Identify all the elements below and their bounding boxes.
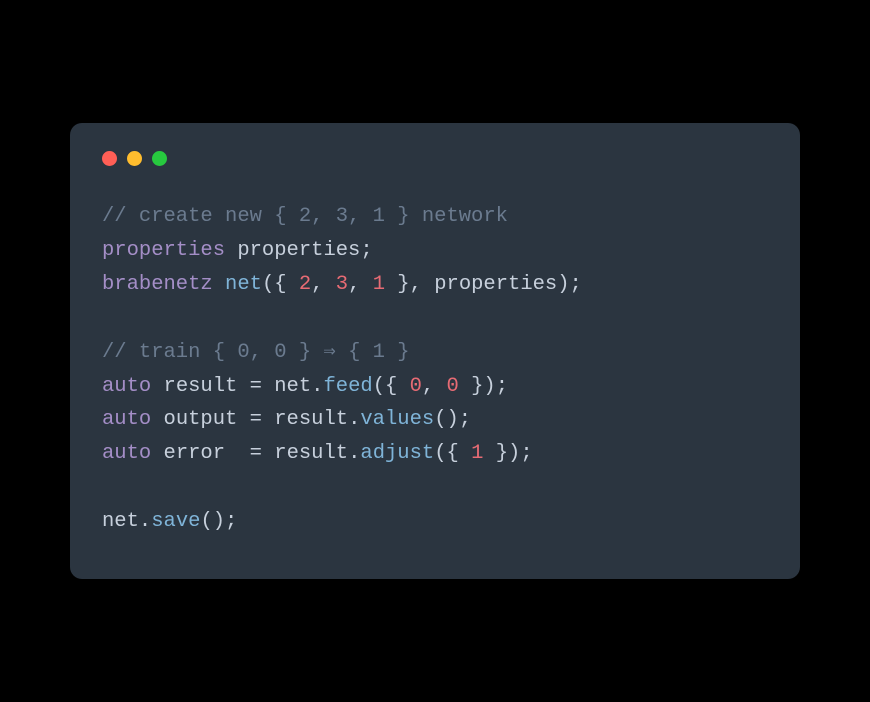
close-icon[interactable] (102, 151, 117, 166)
identifier: error (164, 442, 226, 465)
operator: = (237, 375, 274, 398)
space (151, 442, 163, 465)
punctuation: , (311, 273, 336, 296)
keyword: auto (102, 375, 151, 398)
number-literal: 2 (299, 273, 311, 296)
punctuation: , (422, 375, 447, 398)
minimize-icon[interactable] (127, 151, 142, 166)
keyword: auto (102, 408, 151, 431)
identifier: net (274, 375, 311, 398)
space (213, 273, 225, 296)
maximize-icon[interactable] (152, 151, 167, 166)
punctuation: ; (360, 239, 372, 262)
method-name: save (151, 510, 200, 533)
punctuation: }); (483, 442, 532, 465)
space (151, 375, 163, 398)
punctuation: . (348, 442, 360, 465)
function-name: net (225, 273, 262, 296)
method-name: adjust (360, 442, 434, 465)
identifier: properties (225, 239, 360, 262)
punctuation: . (311, 375, 323, 398)
number-literal: 0 (410, 375, 422, 398)
punctuation: . (139, 510, 151, 533)
identifier: net (102, 510, 139, 533)
method-name: feed (323, 375, 372, 398)
operator: = (225, 442, 274, 465)
code-window: // create new { 2, 3, 1 } network proper… (70, 123, 800, 578)
window-controls (102, 151, 768, 166)
punctuation: }); (459, 375, 508, 398)
number-literal: 0 (447, 375, 459, 398)
code-block: // create new { 2, 3, 1 } network proper… (102, 200, 768, 538)
comment-line: // train { 0, 0 } ⇒ { 1 } (102, 341, 410, 364)
punctuation: ({ (373, 375, 410, 398)
punctuation: ); (557, 273, 582, 296)
comment-line: // create new { 2, 3, 1 } network (102, 205, 508, 228)
number-literal: 3 (336, 273, 348, 296)
identifier: result (274, 408, 348, 431)
type-keyword: brabenetz (102, 273, 213, 296)
keyword: auto (102, 442, 151, 465)
method-name: values (360, 408, 434, 431)
identifier: properties (434, 273, 557, 296)
punctuation: ({ (434, 442, 471, 465)
number-literal: 1 (471, 442, 483, 465)
type-keyword: properties (102, 239, 225, 262)
punctuation: , (348, 273, 373, 296)
operator: = (237, 408, 274, 431)
punctuation: ({ (262, 273, 299, 296)
identifier: result (274, 442, 348, 465)
number-literal: 1 (373, 273, 385, 296)
identifier: output (164, 408, 238, 431)
punctuation: . (348, 408, 360, 431)
punctuation: }, (385, 273, 434, 296)
punctuation: (); (200, 510, 237, 533)
identifier: result (164, 375, 238, 398)
punctuation: (); (434, 408, 471, 431)
space (151, 408, 163, 431)
